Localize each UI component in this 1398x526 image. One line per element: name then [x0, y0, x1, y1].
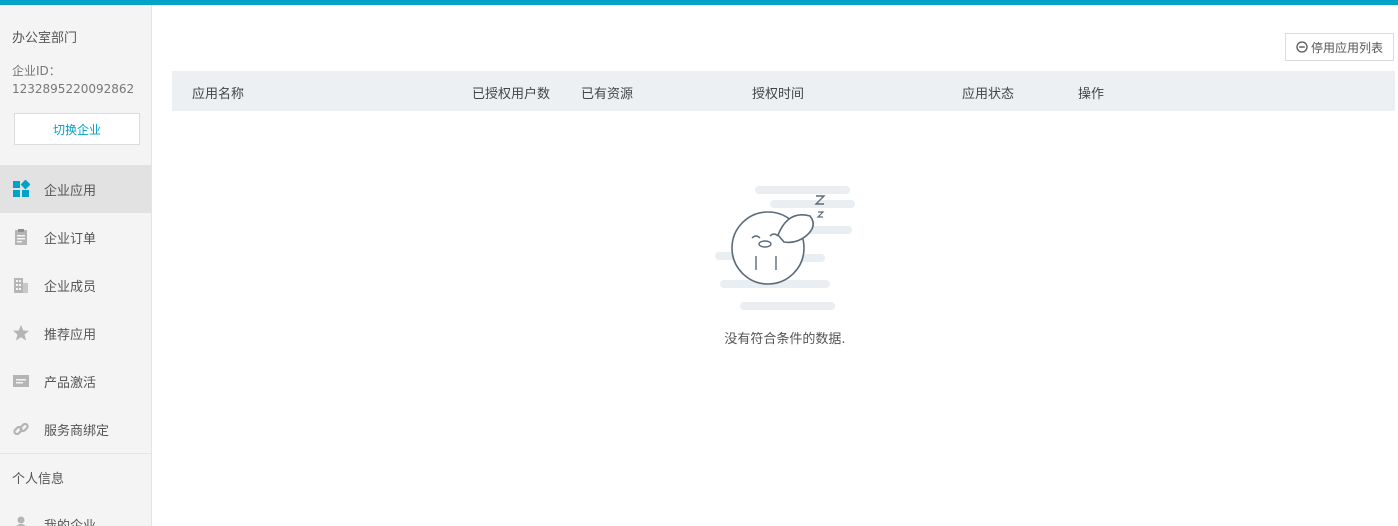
column-header-authorized-users: 已授权用户数 [472, 87, 551, 102]
sidebar-item-label: 产品激活 [44, 375, 97, 391]
sidebar-item-label: 推荐应用 [44, 327, 97, 343]
sidebar-nav: 企业应用 企业订单 企业成员 推荐应用 产品激活 服务商绑定 个人信息 我的企业 [0, 165, 151, 526]
grid-icon [12, 180, 30, 198]
column-header-app-name: 应用名称 [192, 87, 245, 102]
empty-state-message: 没有符合条件的数据. [724, 332, 846, 347]
building-icon [12, 276, 30, 294]
sidebar-item-label: 服务商绑定 [44, 423, 110, 439]
sidebar-item-product-activation[interactable]: 产品激活 [0, 357, 151, 405]
sidebar-item-enterprise-orders[interactable]: 企业订单 [0, 213, 151, 261]
table-header: 应用名称 已授权用户数 已有资源 授权时间 应用状态 操作 [172, 71, 1395, 111]
sidebar-item-label: 企业订单 [44, 231, 97, 247]
sidebar-item-label: 企业应用 [44, 183, 97, 199]
section-title-personal-info: 个人信息 [12, 471, 65, 487]
top-accent-bar [0, 0, 1398, 5]
disabled-apps-list-button[interactable]: 停用应用列表 [1285, 33, 1394, 61]
column-header-actions: 操作 [1078, 87, 1105, 102]
enterprise-id-label: 企业ID： [12, 64, 61, 78]
sidebar-item-label: 我的企业 [44, 518, 97, 526]
enterprise-id-value: 1232895220092862 [12, 82, 135, 96]
sidebar-item-label: 企业成员 [44, 279, 97, 295]
column-header-app-status: 应用状态 [962, 87, 1015, 102]
department-name: 办公室部门 [12, 31, 78, 46]
star-icon [12, 324, 30, 342]
sidebar-item-enterprise-apps[interactable]: 企业应用 [0, 165, 151, 213]
ticket-icon [12, 372, 30, 390]
sidebar: 办公室部门 企业ID： 1232895220092862 切换企业 企业应用 企… [0, 5, 152, 526]
sidebar-item-provider-binding[interactable]: 服务商绑定 [0, 405, 151, 453]
clipboard-icon [12, 228, 30, 246]
sidebar-item-recommended-apps[interactable]: 推荐应用 [0, 309, 151, 357]
column-header-auth-time: 授权时间 [752, 87, 805, 102]
sidebar-item-my-enterprise[interactable]: 我的企业 [0, 500, 151, 526]
disabled-apps-label: 停用应用列表 [1310, 40, 1383, 55]
column-header-resources: 已有资源 [581, 87, 634, 102]
empty-state-illustration [700, 180, 870, 320]
person-icon [12, 515, 30, 526]
link-icon [12, 420, 30, 438]
sidebar-item-enterprise-members[interactable]: 企业成员 [0, 261, 151, 309]
minus-circle-icon [1296, 41, 1308, 53]
switch-enterprise-button[interactable]: 切换企业 [14, 113, 140, 145]
